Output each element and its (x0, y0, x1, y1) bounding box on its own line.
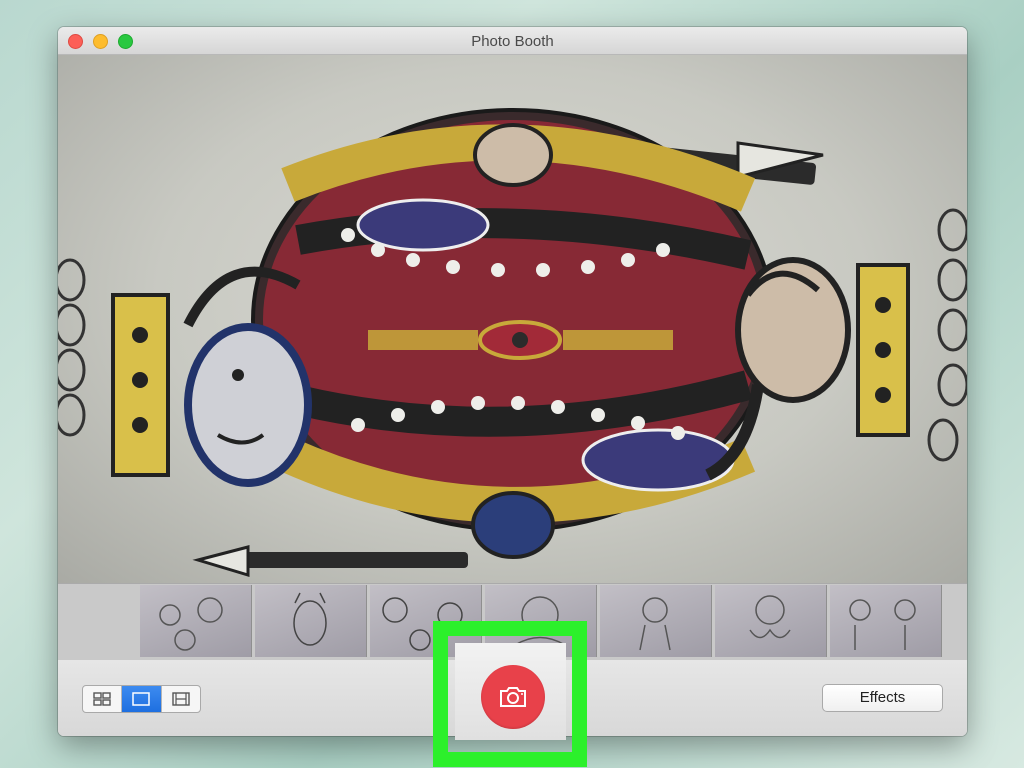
view-mode-selector[interactable] (82, 685, 201, 713)
thumbnail-1[interactable] (140, 585, 252, 657)
effects-button[interactable]: Effects (822, 684, 943, 712)
title-bar: Photo Booth (58, 27, 967, 55)
single-frame-icon (132, 692, 151, 706)
thumbnail-sketch (639, 597, 671, 651)
thumbnail-sketch (849, 599, 916, 650)
thumbnail-2[interactable] (255, 585, 367, 657)
camera-preview (58, 55, 967, 583)
thumbnail-sketch (293, 592, 327, 646)
thumbnail-sketch (159, 597, 223, 651)
four-up-grid-icon (93, 692, 111, 706)
thumbnail-6[interactable] (715, 585, 827, 657)
grid-view-button[interactable] (83, 686, 123, 712)
strip-view-button[interactable] (162, 686, 200, 712)
film-strip-icon (172, 692, 190, 706)
thumbnail-7[interactable] (830, 585, 942, 657)
window-title: Photo Booth (471, 33, 554, 50)
playing-card-king-drawing (58, 108, 967, 578)
thumbnail-sketch (749, 595, 791, 639)
thumbnail-5[interactable] (600, 585, 712, 657)
annotation-highlight-box (433, 621, 587, 767)
single-view-button[interactable] (122, 686, 162, 712)
